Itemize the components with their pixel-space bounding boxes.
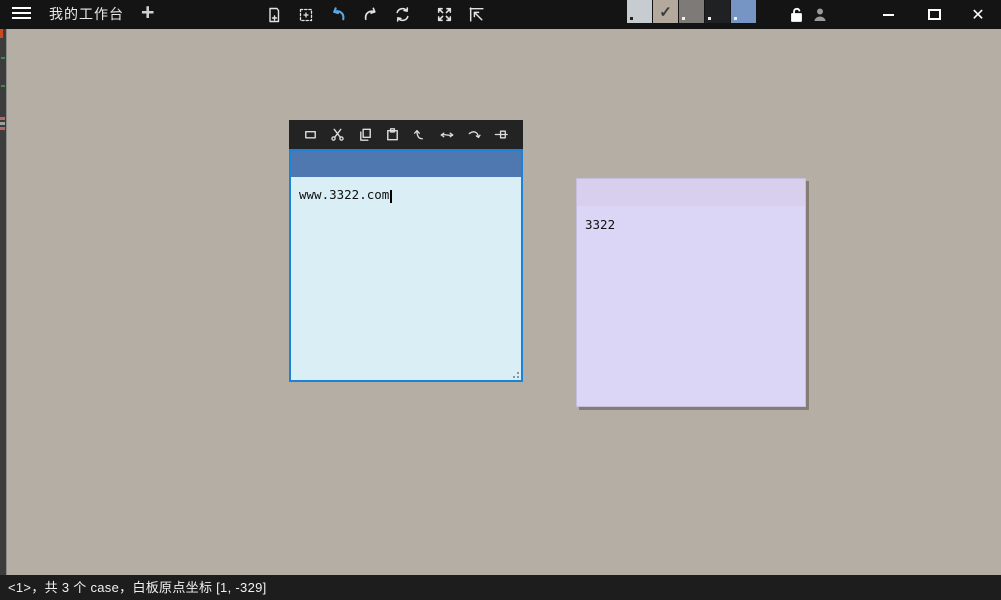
undo-icon[interactable] <box>328 5 348 25</box>
whiteboard-canvas[interactable]: www.3322.com 3322 <box>8 29 1001 575</box>
panel-marker <box>0 117 5 120</box>
swatch-light-gray[interactable] <box>627 0 653 23</box>
menu-icon[interactable] <box>12 7 31 22</box>
collapsed-side-panel[interactable] <box>0 29 7 575</box>
note-text-area[interactable]: 3322 <box>577 206 805 244</box>
close-button[interactable]: ✕ <box>958 0 998 29</box>
redo-icon[interactable] <box>360 5 380 25</box>
swatch-tan-selected[interactable]: ✓ <box>653 0 679 23</box>
fit-view-icon[interactable] <box>434 5 454 25</box>
refresh-icon[interactable] <box>392 5 412 25</box>
swatch-dot <box>682 17 685 20</box>
note-text: www.3322.com <box>299 187 389 202</box>
text-cursor <box>390 190 392 203</box>
swatch-dot <box>630 17 633 20</box>
panel-marker <box>1 85 5 87</box>
new-case-icon[interactable] <box>264 5 284 25</box>
copy-icon[interactable] <box>356 125 375 144</box>
panel-marker <box>1 57 5 59</box>
add-workspace-button[interactable]: + <box>141 0 154 27</box>
app-title: 我的工作台 <box>49 0 124 29</box>
swatch-gray[interactable] <box>679 0 705 23</box>
title-bar: 我的工作台 + <box>0 0 1001 29</box>
pin-icon[interactable] <box>492 125 511 144</box>
status-text: <1>，共 3 个 case，白板原点坐标 [1, -329] <box>8 580 267 595</box>
panel-marker <box>0 122 5 125</box>
resize-grip[interactable] <box>510 369 519 378</box>
arrow-curve-icon[interactable] <box>465 125 484 144</box>
swatch-blue[interactable] <box>731 0 757 23</box>
arrow-horizontal-icon[interactable] <box>437 125 456 144</box>
multi-select-icon[interactable] <box>296 5 316 25</box>
minimize-button[interactable] <box>868 0 908 29</box>
note-header[interactable] <box>577 179 805 206</box>
frame-icon[interactable] <box>301 125 320 144</box>
lock-icon[interactable] <box>786 5 806 25</box>
note-text-area[interactable]: www.3322.com <box>291 177 521 213</box>
note-header[interactable] <box>291 151 521 177</box>
status-bar: <1>，共 3 个 case，白板原点坐标 [1, -329] <box>0 575 1001 600</box>
arrow-up-icon[interactable] <box>410 125 429 144</box>
swatch-dot <box>708 17 711 20</box>
user-icon[interactable] <box>810 5 830 25</box>
background-color-swatches: ✓ <box>627 0 757 23</box>
note-edit-toolbar <box>289 120 523 149</box>
sticky-note[interactable]: 3322 <box>576 178 806 407</box>
check-icon: ✓ <box>653 0 678 23</box>
sticky-note-selected[interactable]: www.3322.com <box>289 149 523 382</box>
swatch-dark[interactable] <box>705 0 731 23</box>
cut-icon[interactable] <box>328 125 347 144</box>
main-toolbar <box>264 0 486 29</box>
swatch-dot <box>734 17 737 20</box>
paste-icon[interactable] <box>383 125 402 144</box>
panel-marker <box>0 29 3 38</box>
go-origin-icon[interactable] <box>466 5 486 25</box>
panel-marker <box>0 127 5 130</box>
maximize-button[interactable] <box>914 0 954 29</box>
note-text: 3322 <box>585 217 615 232</box>
